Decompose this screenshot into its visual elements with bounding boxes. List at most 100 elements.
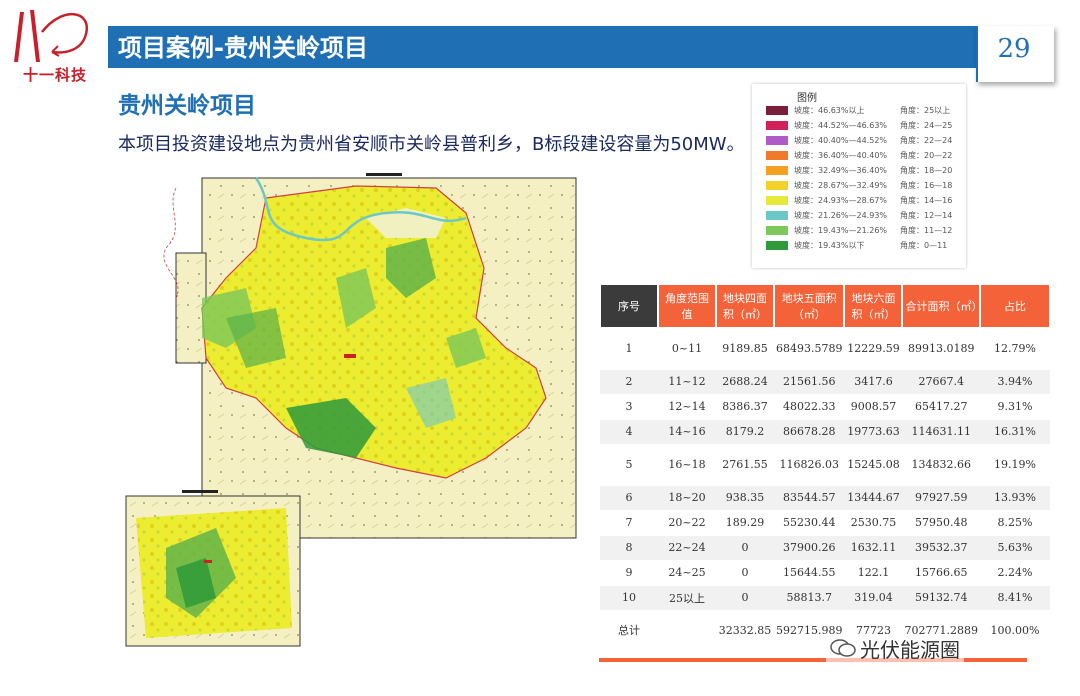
table-cell: 12229.59	[844, 328, 903, 370]
table-cell: 58813.7	[774, 585, 845, 611]
legend-item: 坡度：44.52%—46.63% 角度：24—25	[766, 121, 961, 132]
legend-swatch	[766, 166, 788, 175]
legend-slope-label: 坡度：32.49%—36.40%	[794, 166, 888, 175]
table-cell: 6	[600, 485, 658, 511]
table-cell: 9	[600, 560, 658, 586]
legend-angle-label: 角度：14—16	[900, 196, 953, 205]
header-cell: 占比	[978, 283, 1051, 329]
table-cell: 189.29	[716, 510, 774, 536]
table-cell: 24~25	[658, 560, 716, 586]
table-row: 5 16~18 2761.55 116826.03 15245.08 13483…	[600, 444, 1050, 486]
table-cell: 13.93%	[979, 485, 1050, 511]
header-cell: 合计面积（㎡）	[901, 283, 982, 329]
header-cell: 地块四面积（㎡）	[715, 283, 775, 329]
table-cell: 116826.03	[774, 444, 845, 486]
section-title: 贵州关岭项目	[118, 93, 256, 119]
legend-slope-label: 坡度：24.93%—28.67%	[794, 196, 888, 205]
legend-swatch	[766, 211, 788, 220]
table-cell: 12~14	[658, 394, 716, 420]
legend-swatch	[766, 151, 788, 160]
legend-swatch	[766, 121, 788, 130]
page-title: 项目案例-贵州关岭项目	[118, 34, 368, 62]
table-cell: 2530.75	[844, 510, 903, 536]
legend-angle-label: 角度：18—20	[900, 166, 953, 175]
table-cell: 37900.26	[774, 535, 845, 561]
table-cell: 86678.28	[774, 419, 845, 445]
table-row: 9 24~25 0 15644.55 122.1 15766.65 2.24%	[600, 560, 1050, 586]
legend-swatch	[766, 226, 788, 235]
table-cell: 2.24%	[979, 560, 1050, 586]
table-header-row: 序号 角度范围值 地块四面积（㎡） 地块五面积（㎡） 地块六面积（㎡） 合计面积…	[599, 283, 1051, 329]
legend-swatch	[766, 241, 788, 250]
table-row: 8 22~24 0 37900.26 1632.11 39532.37 5.63…	[600, 535, 1050, 561]
legend-slope-label: 坡度：44.52%—46.63%	[794, 121, 888, 130]
legend-slope-label: 坡度：46.63%以上	[794, 106, 865, 115]
header-cell: 序号	[599, 283, 659, 329]
table-cell: 5.63%	[979, 535, 1050, 561]
table-cell: 16~18	[658, 444, 716, 486]
table-cell: 938.35	[716, 485, 774, 511]
table-cell: 18~20	[658, 485, 716, 511]
legend-title: 图例	[797, 93, 817, 104]
table-cell: 7	[600, 510, 658, 536]
legend-item: 坡度：40.40%—44.52% 角度：22—24	[766, 136, 961, 147]
wechat-icon	[830, 639, 856, 657]
table-row: 3 12~14 8386.37 48022.33 9008.57 65417.2…	[600, 394, 1050, 420]
legend-item: 坡度：46.63%以上 角度：25以上	[766, 106, 961, 117]
table-cell: 9008.57	[844, 394, 903, 420]
legend-angle-label: 角度：16—18	[900, 181, 953, 190]
legend-item: 坡度：28.67%—32.49% 角度：16—18	[766, 181, 961, 192]
table-cell: 2688.24	[716, 369, 774, 395]
legend-angle-label: 角度：22—24	[900, 136, 953, 145]
table-cell: 39532.37	[902, 535, 980, 561]
table-cell: 0	[716, 585, 774, 611]
table-cell: 134832.66	[902, 444, 980, 486]
legend-slope-label: 坡度：19.43%—21.26%	[794, 226, 888, 235]
table-cell: 12.79%	[979, 328, 1050, 370]
table-cell: 1632.11	[844, 535, 903, 561]
table-cell: 22~24	[658, 535, 716, 561]
table-cell: 3.94%	[979, 369, 1050, 395]
legend-swatch	[766, 181, 788, 190]
table-cell: 3417.6	[844, 369, 903, 395]
table-cell: 8386.37	[716, 394, 774, 420]
page-number: 29	[997, 34, 1031, 64]
table-row: 2 11~12 2688.24 21561.56 3417.6 27667.4 …	[600, 369, 1050, 395]
table-row: 10 25以上 0 58813.7 319.04 59132.74 8.41%	[600, 585, 1050, 611]
table-cell: 97927.59	[902, 485, 980, 511]
table-cell: 9189.85	[716, 328, 774, 370]
table-cell: 4	[600, 419, 658, 445]
legend-item: 坡度：36.40%—40.40% 角度：20—22	[766, 151, 961, 162]
legend-item: 坡度：21.26%—24.93% 角度：12—14	[766, 211, 961, 222]
legend-item: 坡度：24.93%—28.67% 角度：14—16	[766, 196, 961, 207]
table-cell: 14~16	[658, 419, 716, 445]
table-cell: 13444.67	[844, 485, 903, 511]
table-cell: 8179.2	[716, 419, 774, 445]
table-cell: 0	[716, 535, 774, 561]
table-cell: 27667.4	[902, 369, 980, 395]
table-cell: 8	[600, 535, 658, 561]
table-row: 7 20~22 189.29 55230.44 2530.75 57950.48…	[600, 510, 1050, 536]
table-cell: 19.19%	[979, 444, 1050, 486]
table-row: 1 0~11 9189.85 68493.5789 12229.59 89913…	[600, 328, 1050, 370]
table-cell: 8.25%	[979, 510, 1050, 536]
legend-swatch	[766, 106, 788, 115]
logo-text: 十一科技	[22, 66, 87, 84]
table-cell: 10	[600, 585, 658, 611]
legend-angle-label: 角度：20—22	[900, 151, 953, 160]
header-cell: 地块六面积（㎡）	[843, 283, 904, 329]
table-cell: 2761.55	[716, 444, 774, 486]
table-row: 6 18~20 938.35 83544.57 13444.67 97927.5…	[600, 485, 1050, 511]
legend-angle-label: 角度：0—11	[900, 241, 948, 250]
table-cell: 5	[600, 444, 658, 486]
table-cell	[658, 610, 716, 651]
table-cell: 16.31%	[979, 419, 1050, 445]
legend-item: 坡度：19.43%—21.26% 角度：11—12	[766, 226, 961, 237]
table-cell: 122.1	[844, 560, 903, 586]
table-cell: 8.41%	[979, 585, 1050, 611]
table-cell: 25以上	[658, 585, 716, 611]
table-cell: 55230.44	[774, 510, 845, 536]
legend-slope-label: 坡度：36.40%—40.40%	[794, 151, 888, 160]
table-cell: 20~22	[658, 510, 716, 536]
table-cell: 1	[600, 328, 658, 370]
